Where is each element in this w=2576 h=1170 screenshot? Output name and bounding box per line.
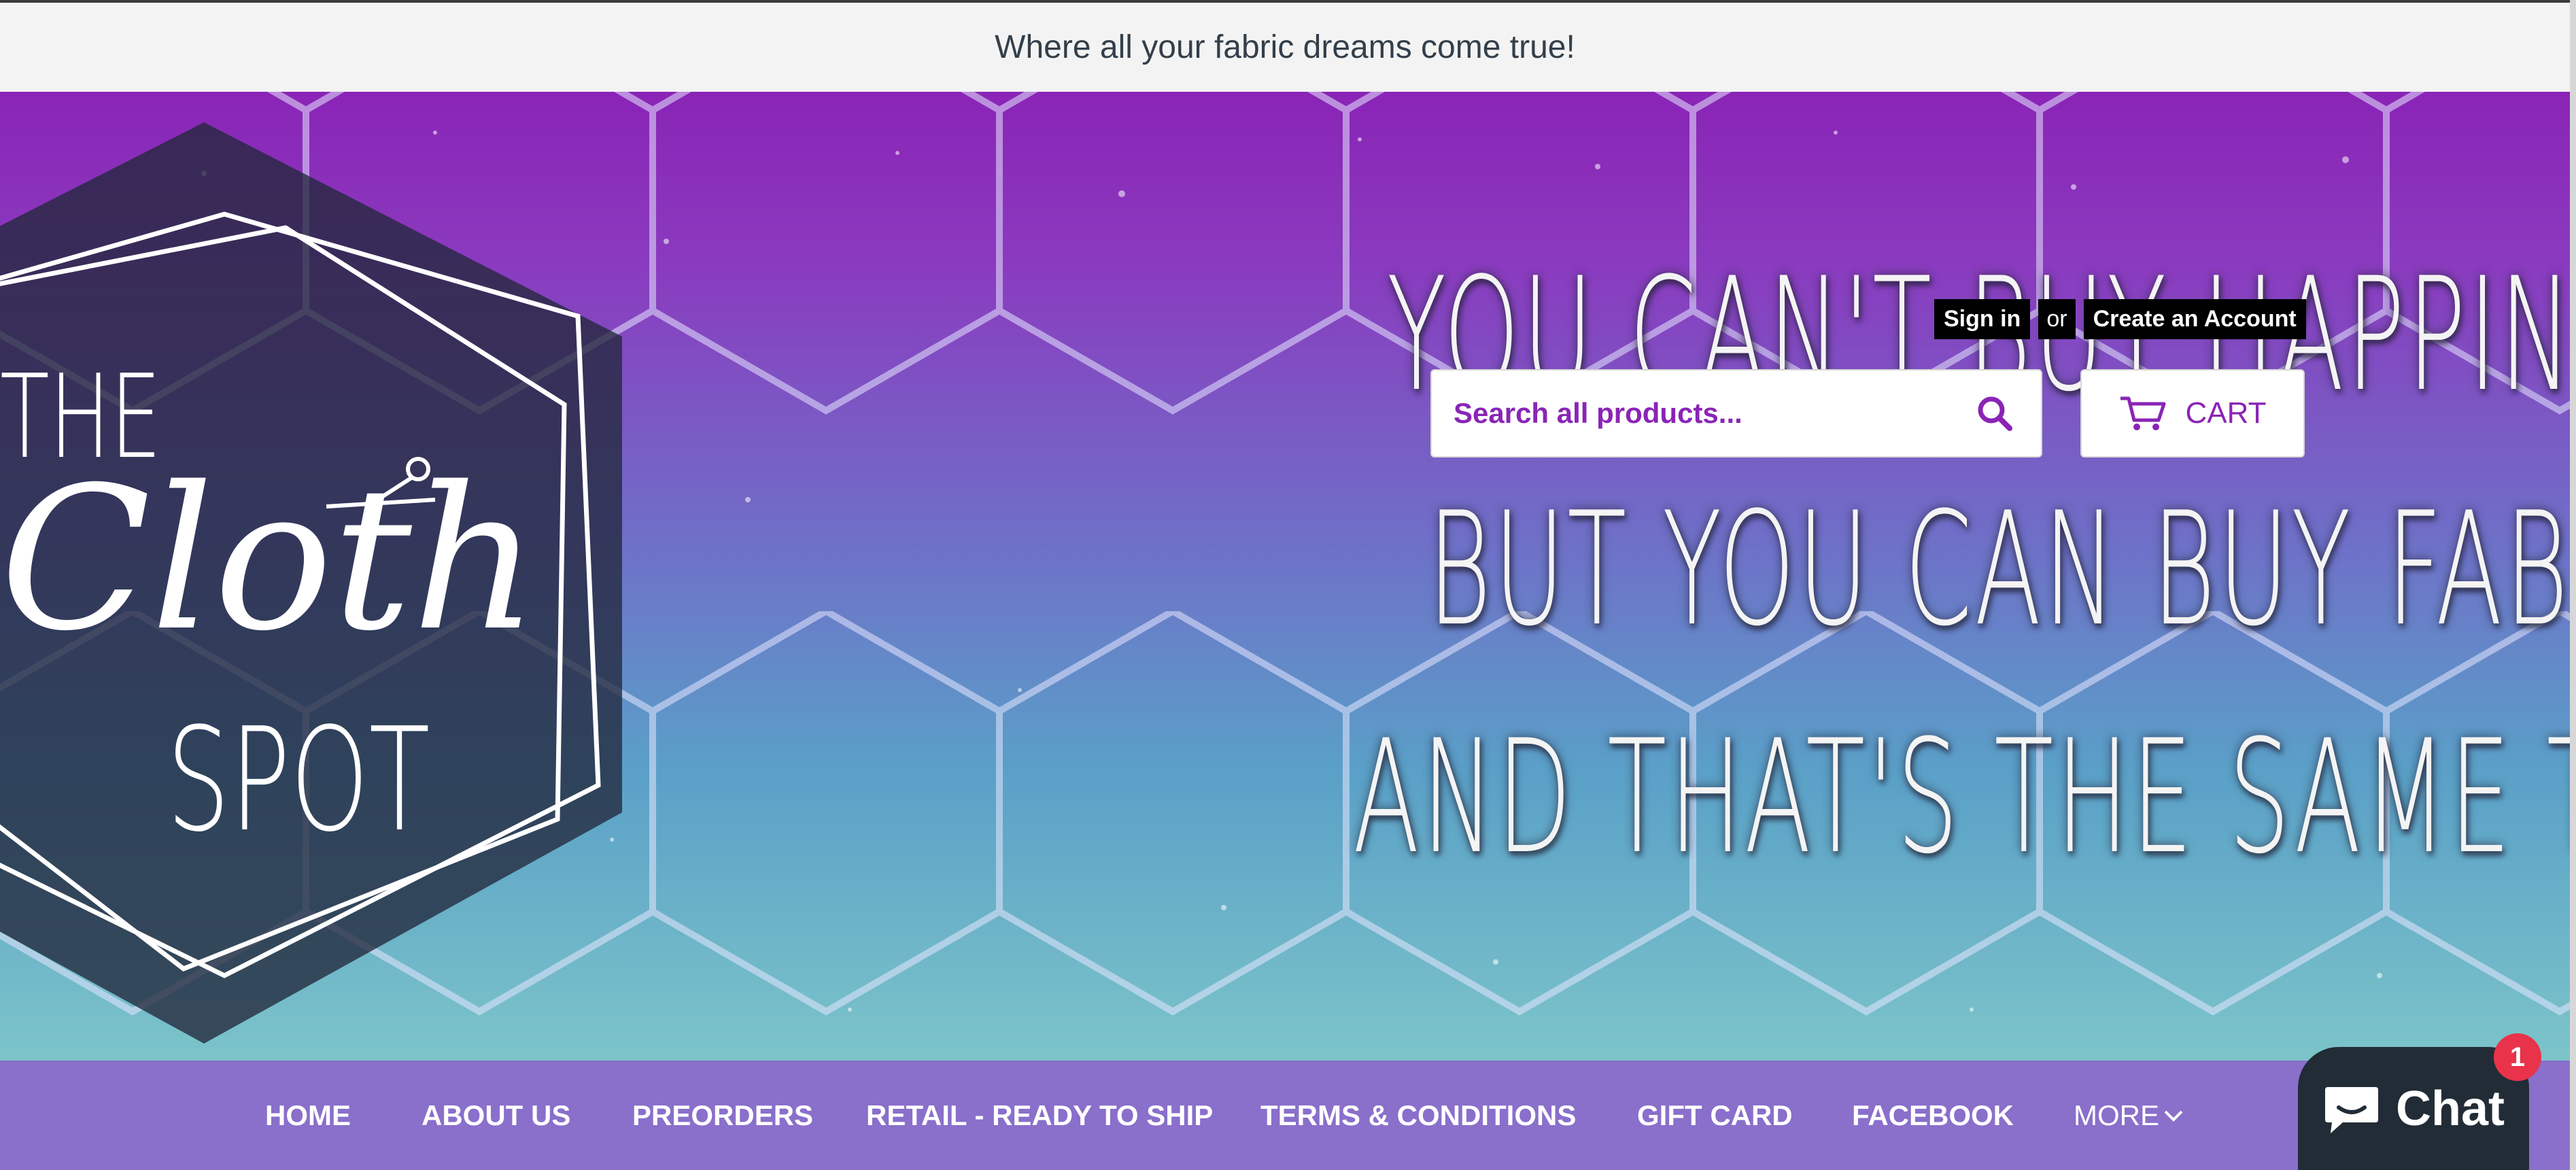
scissors-icon — [326, 457, 436, 509]
nav-item-more[interactable]: MORE — [2074, 1061, 2184, 1170]
nav-item-about-us[interactable]: ABOUT US — [422, 1061, 570, 1170]
hero-tagline-line-3: AND THAT'S THE SAME THING — [1353, 707, 2570, 889]
logo-text-cloth: Cloth — [0, 445, 539, 674]
scrollbar[interactable] — [2570, 0, 2576, 1170]
chevron-down-icon — [2164, 1110, 2183, 1122]
nav-more-label: MORE — [2074, 1099, 2159, 1131]
announcement-text: Where all your fabric dreams come true! — [995, 29, 1575, 65]
cart-icon — [2120, 396, 2165, 430]
account-links: Sign in or Create an Account — [1934, 299, 2306, 339]
create-account-link[interactable]: Create an Account — [2083, 299, 2306, 339]
nav-item-retail[interactable]: RETAIL - READY TO SHIP — [866, 1061, 1213, 1170]
account-or: or — [2038, 299, 2076, 339]
nav-item-terms[interactable]: TERMS & CONDITIONS — [1260, 1061, 1576, 1170]
nav-item-facebook[interactable]: FACEBOOK — [1852, 1061, 2014, 1170]
nav-item-gift-card[interactable]: GIFT CARD — [1637, 1061, 1793, 1170]
logo-text-spot: SPOT — [167, 697, 430, 863]
cart-label: CART — [2185, 396, 2267, 430]
sign-in-link[interactable]: Sign in — [1934, 299, 2031, 339]
search-box — [1430, 369, 2042, 458]
chat-button[interactable]: Chat — [2298, 1047, 2529, 1170]
chat-notification-badge: 1 — [2494, 1033, 2541, 1081]
cart-button[interactable]: CART — [2080, 369, 2305, 458]
search-icon[interactable] — [1976, 394, 2014, 432]
search-input[interactable] — [1452, 396, 1931, 430]
chat-label: Chat — [2396, 1081, 2505, 1136]
chat-bubble-icon — [2325, 1086, 2378, 1133]
nav-item-home[interactable]: HOME — [265, 1061, 351, 1170]
main-nav: HOME ABOUT US PREORDERS RETAIL - READY T… — [0, 1061, 2570, 1170]
hero-tagline-line-2: BUT YOU CAN BUY FABRIC — [1428, 479, 2570, 661]
nav-item-preorders[interactable]: PREORDERS — [632, 1061, 813, 1170]
hero-banner: THE Cloth SPOT YOU CAN'T BUY HAPPINESS, … — [0, 92, 2570, 1061]
announcement-bar: Where all your fabric dreams come true! — [0, 3, 2570, 92]
